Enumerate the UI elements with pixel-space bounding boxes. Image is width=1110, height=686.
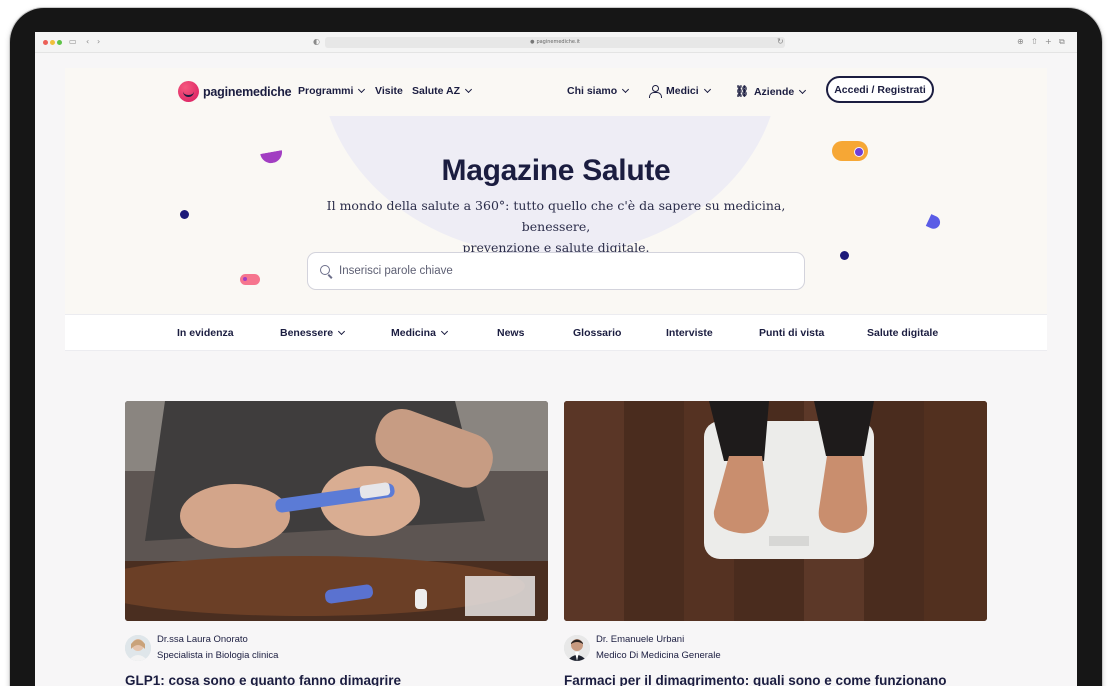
nav-medici-label: Medici <box>666 85 699 97</box>
login-register-button[interactable]: Accedi / Registrati <box>826 76 934 103</box>
reload-icon[interactable]: ↻ <box>777 37 784 47</box>
logo-text: paginemediche <box>203 84 292 99</box>
tab-punti-di-vista[interactable]: Punti di vista <box>759 327 824 339</box>
author-portrait <box>564 635 590 661</box>
tab-label: News <box>497 327 525 339</box>
hero-section: Magazine Salute Il mondo della salute a … <box>65 116 1047 314</box>
lock-icon: ● <box>530 39 535 45</box>
web-page: paginemediche Programmi Visite Salute AZ… <box>65 68 1047 686</box>
article-card[interactable]: Dr.ssa Laura Onorato Specialista in Biol… <box>125 401 548 686</box>
tab-label: Glossario <box>573 327 622 339</box>
article-title[interactable]: Farmaci per il dimagrimento: quali sono … <box>564 673 947 686</box>
nav-salute-az-label: Salute AZ <box>412 85 461 97</box>
login-register-label: Accedi / Registrati <box>834 83 926 96</box>
article-title[interactable]: GLP1: cosa sono e quanto fanno dimagrire <box>125 673 401 686</box>
chevron-down-icon <box>440 327 448 336</box>
forward-icon[interactable]: › <box>97 37 100 47</box>
subtitle-line-1: Il mondo della salute a 360°: tutto quel… <box>326 198 786 234</box>
url-text: paginemediche.it <box>536 39 580 45</box>
avatar <box>125 635 151 661</box>
tab-label: Salute digitale <box>867 327 939 339</box>
tab-overview-icon[interactable]: ⧉ <box>1059 37 1065 47</box>
decorative-half-circle <box>925 214 943 231</box>
nav-aziende[interactable]: ⛓ Aziende <box>735 85 807 98</box>
nav-programmi-label: Programmi <box>298 85 354 97</box>
article-image[interactable] <box>125 401 548 621</box>
tab-medicina[interactable]: Medicina <box>391 327 448 339</box>
page-subtitle: Il mondo della salute a 360°: tutto quel… <box>301 195 811 258</box>
decorative-dot <box>180 210 189 219</box>
handshake-icon: ⛓ <box>735 86 749 98</box>
zoom-window-button[interactable] <box>57 40 62 45</box>
decorative-dot <box>840 251 849 260</box>
site-logo[interactable]: paginemediche <box>178 81 292 102</box>
doctor-icon <box>649 85 662 98</box>
close-window-button[interactable] <box>43 40 48 45</box>
nav-salute-az[interactable]: Salute AZ <box>412 85 473 97</box>
tab-label: Medicina <box>391 327 436 339</box>
chevron-down-icon <box>338 327 346 336</box>
nav-aziende-label: Aziende <box>753 85 795 98</box>
smile-logo-icon <box>178 81 199 102</box>
new-tab-icon[interactable]: + <box>1045 37 1052 47</box>
article-author[interactable]: Dr. Emanuele Urbani Medico Di Medicina G… <box>564 634 987 666</box>
tab-salute-digitale[interactable]: Salute digitale <box>867 327 938 339</box>
avatar <box>564 635 590 661</box>
article-card[interactable]: Dr. Emanuele Urbani Medico Di Medicina G… <box>564 401 987 686</box>
search-icon <box>320 264 333 278</box>
browser-toolbar: ▭ ‹ › ◐ ● paginemediche.it ↻ ⊕ ⇧ + ⧉ <box>35 32 1077 53</box>
page-title: Magazine Salute <box>441 154 671 187</box>
search-box[interactable] <box>307 252 805 290</box>
tab-interviste[interactable]: Interviste <box>666 327 713 339</box>
privacy-shield-icon[interactable]: ◐ <box>313 37 320 47</box>
article-author[interactable]: Dr.ssa Laura Onorato Specialista in Biol… <box>125 634 548 666</box>
author-role: Specialista in Biologia clinica <box>157 650 279 661</box>
nav-chi-siamo[interactable]: Chi siamo <box>567 85 630 97</box>
browser-screen: ▭ ‹ › ◐ ● paginemediche.it ↻ ⊕ ⇧ + ⧉ pagi… <box>35 32 1077 686</box>
sidebar-icon[interactable]: ▭ <box>69 37 77 47</box>
author-name: Dr.ssa Laura Onorato <box>157 634 248 645</box>
share-icon[interactable]: ⇧ <box>1031 37 1038 47</box>
downloads-icon[interactable]: ⊕ <box>1017 37 1024 47</box>
tab-label: Benessere <box>280 327 334 339</box>
address-bar[interactable]: ● paginemediche.it <box>325 37 785 48</box>
tab-glossario[interactable]: Glossario <box>573 327 621 339</box>
chevron-down-icon <box>622 85 630 94</box>
nav-medici[interactable]: Medici <box>649 85 711 98</box>
tab-news[interactable]: News <box>497 327 524 339</box>
laptop-frame: ▭ ‹ › ◐ ● paginemediche.it ↻ ⊕ ⇧ + ⧉ pagi… <box>10 8 1102 686</box>
author-name: Dr. Emanuele Urbani <box>596 634 685 645</box>
nav-programmi[interactable]: Programmi <box>298 85 366 97</box>
injection-pen-photo <box>125 401 548 621</box>
category-nav: In evidenza Benessere Medicina News Glos… <box>65 314 1047 351</box>
decorative-pill <box>240 274 260 285</box>
author-portrait <box>125 635 151 661</box>
chevron-down-icon <box>465 85 473 94</box>
tab-label: Punti di vista <box>759 327 825 339</box>
tab-benessere[interactable]: Benessere <box>280 327 346 339</box>
author-role: Medico Di Medicina Generale <box>596 650 721 661</box>
scale-feet-photo <box>564 401 987 621</box>
chevron-down-icon <box>703 85 711 94</box>
chevron-down-icon <box>799 86 807 94</box>
back-icon[interactable]: ‹ <box>86 37 89 47</box>
tab-label: Interviste <box>666 327 713 339</box>
minimize-window-button[interactable] <box>50 40 55 45</box>
tab-in-evidenza[interactable]: In evidenza <box>177 327 234 339</box>
article-image[interactable] <box>564 401 987 621</box>
nav-chi-siamo-label: Chi siamo <box>567 85 618 97</box>
search-input[interactable] <box>339 265 779 277</box>
site-header: paginemediche Programmi Visite Salute AZ… <box>65 68 1047 116</box>
nav-visite-label: Visite <box>375 85 403 97</box>
nav-visite[interactable]: Visite <box>375 85 403 97</box>
tab-label: In evidenza <box>177 327 234 339</box>
chevron-down-icon <box>358 85 366 94</box>
